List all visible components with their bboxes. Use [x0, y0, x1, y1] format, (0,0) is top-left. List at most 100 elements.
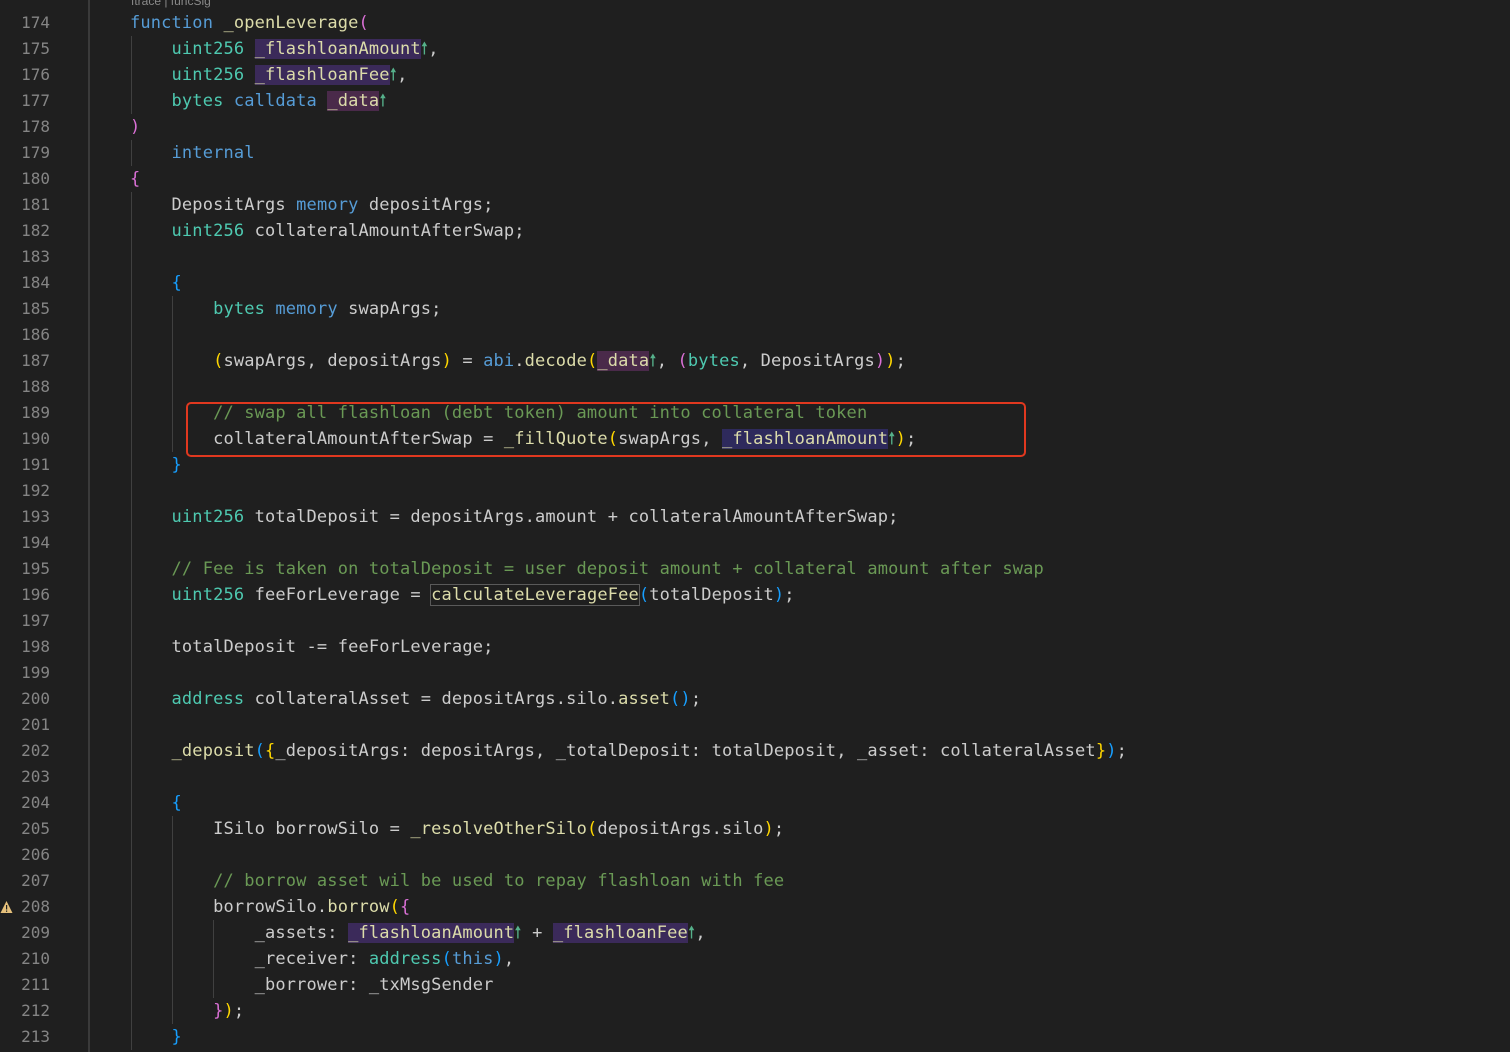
line-number[interactable]: 204 — [0, 790, 50, 816]
code-line[interactable]: 181 DepositArgs memory depositArgs; — [0, 192, 1510, 218]
line-number[interactable]: 194 — [0, 530, 50, 556]
line-number[interactable]: 206 — [0, 842, 50, 868]
line-number[interactable]: 190 — [0, 426, 50, 452]
code-text[interactable]: uint256 collateralAmountAfterSwap; — [130, 218, 525, 244]
line-number[interactable]: 191 — [0, 452, 50, 478]
line-number[interactable]: 203 — [0, 764, 50, 790]
code-text[interactable]: _borrower: _txMsgSender — [130, 972, 494, 998]
code-text[interactable]: borrowSilo.borrow({ — [130, 894, 410, 920]
code-line[interactable]: 176 uint256 _flashloanFee🠕, — [0, 62, 1510, 88]
line-number[interactable]: 182 — [0, 218, 50, 244]
code-line[interactable]: 187 (swapArgs, depositArgs) = abi.decode… — [0, 348, 1510, 374]
code-text[interactable]: }); — [130, 998, 244, 1024]
code-text[interactable]: uint256 feeForLeverage = calculateLevera… — [130, 582, 795, 608]
code-line[interactable]: 199 — [0, 660, 1510, 686]
code-text[interactable]: bytes calldata _data🠕 — [130, 88, 387, 114]
line-number[interactable]: 212 — [0, 998, 50, 1024]
code-line[interactable]: 209 _assets: _flashloanAmount🠕 + _flashl… — [0, 920, 1510, 946]
line-number[interactable]: 210 — [0, 946, 50, 972]
line-number[interactable]: 189 — [0, 400, 50, 426]
line-number[interactable]: 209 — [0, 920, 50, 946]
code-line[interactable]: 196 uint256 feeForLeverage = calculateLe… — [0, 582, 1510, 608]
code-line[interactable]: 212 }); — [0, 998, 1510, 1024]
line-number[interactable]: 181 — [0, 192, 50, 218]
code-line[interactable]: 213 } — [0, 1024, 1510, 1050]
code-line[interactable]: 201 — [0, 712, 1510, 738]
code-line[interactable]: 174 function _openLeverage( — [0, 10, 1510, 36]
line-number[interactable]: 196 — [0, 582, 50, 608]
code-text[interactable]: { — [130, 166, 140, 192]
code-line[interactable]: 204 { — [0, 790, 1510, 816]
code-line[interactable]: 198 totalDeposit -= feeForLeverage; — [0, 634, 1510, 660]
code-line[interactable]: 193 uint256 totalDeposit = depositArgs.a… — [0, 504, 1510, 530]
code-text[interactable]: ) — [130, 114, 140, 140]
code-line[interactable]: 186 — [0, 322, 1510, 348]
code-line[interactable]: 177 bytes calldata _data🠕 — [0, 88, 1510, 114]
code-text[interactable]: totalDeposit -= feeForLeverage; — [130, 634, 494, 660]
code-line[interactable]: 192 — [0, 478, 1510, 504]
code-line[interactable]: 185 bytes memory swapArgs; — [0, 296, 1510, 322]
line-number[interactable]: 174 — [0, 10, 50, 36]
line-number[interactable]: 213 — [0, 1024, 50, 1050]
code-line[interactable]: 195 // Fee is taken on totalDeposit = us… — [0, 556, 1510, 582]
line-number[interactable]: 199 — [0, 660, 50, 686]
line-number[interactable]: 177 — [0, 88, 50, 114]
line-number[interactable]: 195 — [0, 556, 50, 582]
line-number[interactable]: 192 — [0, 478, 50, 504]
code-text[interactable]: internal — [130, 140, 255, 166]
code-line[interactable]: 208 borrowSilo.borrow({ — [0, 894, 1510, 920]
code-line[interactable]: 211 _borrower: _txMsgSender — [0, 972, 1510, 998]
line-number[interactable]: 207 — [0, 868, 50, 894]
code-text[interactable]: _deposit({_depositArgs: depositArgs, _to… — [130, 738, 1127, 764]
code-line[interactable]: 194 — [0, 530, 1510, 556]
line-number[interactable]: 185 — [0, 296, 50, 322]
line-number[interactable]: 186 — [0, 322, 50, 348]
line-number[interactable]: 201 — [0, 712, 50, 738]
code-line[interactable]: 197 — [0, 608, 1510, 634]
code-line[interactable]: 184 { — [0, 270, 1510, 296]
code-text[interactable]: ISilo borrowSilo = _resolveOtherSilo(dep… — [130, 816, 784, 842]
line-number[interactable]: 184 — [0, 270, 50, 296]
code-text[interactable]: uint256 totalDeposit = depositArgs.amoun… — [130, 504, 899, 530]
line-number[interactable]: 178 — [0, 114, 50, 140]
line-number[interactable]: 198 — [0, 634, 50, 660]
codelens-annotation[interactable]: ftrace | funcSig — [131, 0, 211, 8]
line-number[interactable]: 183 — [0, 244, 50, 270]
code-text[interactable]: // Fee is taken on totalDeposit = user d… — [130, 556, 1044, 582]
code-line[interactable]: 183 — [0, 244, 1510, 270]
code-text[interactable]: _receiver: address(this), — [130, 946, 515, 972]
code-text[interactable]: DepositArgs memory depositArgs; — [130, 192, 494, 218]
code-text[interactable]: uint256 _flashloanFee🠕, — [130, 62, 407, 88]
code-line[interactable]: 203 — [0, 764, 1510, 790]
code-line[interactable]: 202 _deposit({_depositArgs: depositArgs,… — [0, 738, 1510, 764]
code-text[interactable]: bytes memory swapArgs; — [130, 296, 442, 322]
code-line[interactable]: 179 internal — [0, 140, 1510, 166]
code-text[interactable]: } — [130, 1024, 182, 1050]
code-line[interactable]: 188 — [0, 374, 1510, 400]
code-line[interactable]: 207 // borrow asset wil be used to repay… — [0, 868, 1510, 894]
code-line[interactable]: 205 ISilo borrowSilo = _resolveOtherSilo… — [0, 816, 1510, 842]
line-number[interactable]: 188 — [0, 374, 50, 400]
code-text[interactable]: } — [130, 452, 182, 478]
line-number[interactable]: 193 — [0, 504, 50, 530]
line-number[interactable]: 202 — [0, 738, 50, 764]
line-number[interactable]: 187 — [0, 348, 50, 374]
code-text[interactable]: { — [130, 270, 182, 296]
code-text[interactable]: // borrow asset wil be used to repay fla… — [130, 868, 784, 894]
code-line[interactable]: 210 _receiver: address(this), — [0, 946, 1510, 972]
code-line[interactable]: 175 uint256 _flashloanAmount🠕, — [0, 36, 1510, 62]
code-line[interactable]: 178) — [0, 114, 1510, 140]
code-line[interactable]: 182 uint256 collateralAmountAfterSwap; — [0, 218, 1510, 244]
line-number[interactable]: 176 — [0, 62, 50, 88]
code-line[interactable]: 200 address collateralAsset = depositArg… — [0, 686, 1510, 712]
code-editor[interactable]: ftrace | funcSig 174 function _openLevera… — [0, 0, 1510, 1052]
code-text[interactable]: _assets: _flashloanAmount🠕 + _flashloanF… — [130, 920, 706, 946]
line-number[interactable]: 197 — [0, 608, 50, 634]
line-number[interactable]: 211 — [0, 972, 50, 998]
line-number[interactable]: 180 — [0, 166, 50, 192]
code-text[interactable]: address collateralAsset = depositArgs.si… — [130, 686, 702, 712]
code-text[interactable]: uint256 _flashloanAmount🠕, — [130, 36, 439, 62]
code-line[interactable]: 206 — [0, 842, 1510, 868]
code-text[interactable]: function _openLeverage( — [130, 10, 369, 36]
code-text[interactable]: { — [130, 790, 182, 816]
